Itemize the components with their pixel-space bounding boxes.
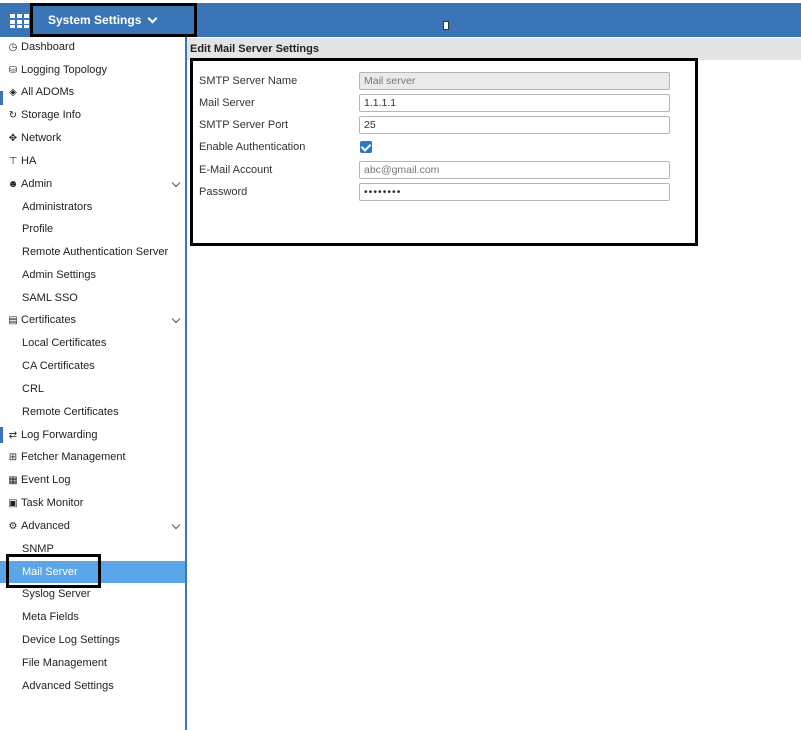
sidebar-item-label: Task Monitor xyxy=(21,497,84,509)
sidebar-item-label: Profile xyxy=(22,223,54,235)
form-row-mail-server: Mail Server xyxy=(199,93,679,113)
sidebar-item-dashboard[interactable]: ◷ Dashboard xyxy=(0,36,185,58)
mail-server-label: Mail Server xyxy=(199,97,255,109)
sidebar-item-label: Syslog Server xyxy=(22,588,91,600)
mail-server-input[interactable] xyxy=(359,94,670,112)
smtp-server-port-input[interactable] xyxy=(359,116,670,134)
sidebar-item-label: Event Log xyxy=(21,474,71,486)
smtp-server-port-label: SMTP Server Port xyxy=(199,119,289,131)
sidebar-item-label: Fetcher Management xyxy=(21,451,126,463)
smtp-server-name-label: SMTP Server Name xyxy=(199,75,298,87)
sidebar-item-label: Storage Info xyxy=(21,109,81,121)
sidebar-item-file-management[interactable]: File Management xyxy=(0,652,185,674)
sidebar-item-label: Network xyxy=(21,132,62,144)
forward-icon: ⇄ xyxy=(8,429,18,441)
app-title: System Settings xyxy=(48,13,142,27)
password-label: Password xyxy=(199,186,248,198)
email-account-input[interactable] xyxy=(359,161,670,179)
sidebar-item-label: HA xyxy=(21,155,37,167)
email-account-label: E-Mail Account xyxy=(199,164,273,176)
sidebar-item-label: Remote Certificates xyxy=(22,406,119,418)
dashboard-icon: ◷ xyxy=(8,41,18,53)
sidebar-item-all-adoms[interactable]: ◈ All ADOMs xyxy=(0,81,185,103)
sidebar-item-saml-sso[interactable]: SAML SSO xyxy=(0,287,185,309)
sidebar-item-storage-info[interactable]: ↻ Storage Info xyxy=(0,104,185,126)
sidebar-item-administrators[interactable]: Administrators xyxy=(0,196,185,218)
page-title: Edit Mail Server Settings xyxy=(187,38,801,60)
network-icon: ✥ xyxy=(8,132,18,144)
sidebar-item-label: Admin xyxy=(21,178,53,190)
chevron-down-icon xyxy=(171,520,181,530)
sidebar-item-label: Dashboard xyxy=(21,41,75,53)
app-title-dropdown[interactable]: System Settings xyxy=(30,3,197,37)
mail-server-form: SMTP Server Name Mail Server SMTP Server… xyxy=(190,58,698,246)
sidebar-item-remote-certificates[interactable]: Remote Certificates xyxy=(0,401,185,423)
sidebar-item-advanced-settings[interactable]: Advanced Settings xyxy=(0,675,185,697)
sidebar-item-ca-certificates[interactable]: CA Certificates xyxy=(0,355,185,377)
sidebar-item-certificates[interactable]: ▤ Certificates xyxy=(0,309,185,331)
sidebar-item-label: Advanced xyxy=(21,520,70,532)
sidebar-item-crl[interactable]: CRL xyxy=(0,378,185,400)
form-row-password: Password xyxy=(199,182,679,202)
sidebar-item-profile[interactable]: Profile xyxy=(0,218,185,240)
sidebar-item-network[interactable]: ✥ Network xyxy=(0,127,185,149)
sidebar-item-label: Local Certificates xyxy=(22,337,107,349)
sidebar: ◷ Dashboard ⛁ Logging Topology ◈ All ADO… xyxy=(0,37,187,730)
sidebar-item-ha[interactable]: ⊤ HA xyxy=(0,150,185,172)
sidebar-item-label: File Management xyxy=(22,657,107,669)
sidebar-item-label: CA Certificates xyxy=(22,360,95,372)
chevron-down-icon xyxy=(171,314,181,324)
fetcher-icon: ⊞ xyxy=(8,451,18,463)
event-log-icon: ▦ xyxy=(8,474,18,486)
sidebar-item-admin[interactable]: ☻ Admin xyxy=(0,173,185,195)
sidebar-item-meta-fields[interactable]: Meta Fields xyxy=(0,606,185,628)
sidebar-item-label: Administrators xyxy=(22,201,93,213)
sidebar-item-admin-settings[interactable]: Admin Settings xyxy=(0,264,185,286)
chevron-down-icon xyxy=(147,13,158,23)
form-row-smtp-server-name: SMTP Server Name xyxy=(199,71,679,91)
ha-icon: ⊤ xyxy=(8,155,18,167)
mail-server-highlight-box xyxy=(6,554,101,588)
cursor-icon xyxy=(443,21,449,30)
form-row-email-account: E-Mail Account xyxy=(199,160,679,180)
sidebar-item-label: SAML SSO xyxy=(22,292,78,304)
sidebar-item-task-monitor[interactable]: ▣ Task Monitor xyxy=(0,492,185,514)
password-input[interactable] xyxy=(359,183,670,201)
enable-authentication-label: Enable Authentication xyxy=(199,141,306,153)
sidebar-item-label: Advanced Settings xyxy=(22,680,114,692)
sidebar-item-label: Device Log Settings xyxy=(22,634,120,646)
smtp-server-name-input xyxy=(359,72,670,90)
sidebar-item-device-log-settings[interactable]: Device Log Settings xyxy=(0,629,185,651)
chevron-down-icon xyxy=(171,178,181,188)
user-icon: ☻ xyxy=(7,178,19,190)
sidebar-item-label: CRL xyxy=(22,383,45,395)
sidebar-item-label: Logging Topology xyxy=(21,64,108,76)
sidebar-item-log-forwarding[interactable]: ⇄ Log Forwarding xyxy=(0,424,185,446)
task-monitor-icon: ▣ xyxy=(8,497,18,509)
enable-authentication-checkbox[interactable] xyxy=(360,141,372,153)
storage-icon: ↻ xyxy=(8,109,18,121)
sidebar-item-label: All ADOMs xyxy=(21,86,75,98)
sidebar-item-event-log[interactable]: ▦ Event Log xyxy=(0,469,185,491)
form-row-smtp-server-port: SMTP Server Port xyxy=(199,115,679,135)
sidebar-item-fetcher-management[interactable]: ⊞ Fetcher Management xyxy=(0,446,185,468)
sidebar-item-remote-authentication-server[interactable]: Remote Authentication Server xyxy=(0,241,185,263)
advanced-icon: ⚙ xyxy=(8,520,18,532)
certificate-icon: ▤ xyxy=(8,314,18,326)
sidebar-item-logging-topology[interactable]: ⛁ Logging Topology xyxy=(0,59,185,81)
sidebar-item-local-certificates[interactable]: Local Certificates xyxy=(0,332,185,354)
sidebar-item-label: Meta Fields xyxy=(22,611,79,623)
sidebar-item-label: Log Forwarding xyxy=(21,429,98,441)
sidebar-item-label: Certificates xyxy=(21,314,77,326)
grid-icon[interactable] xyxy=(10,14,30,29)
sidebar-item-label: Admin Settings xyxy=(22,269,96,281)
globe-icon: ◈ xyxy=(9,86,17,98)
form-row-enable-authentication: Enable Authentication xyxy=(199,137,679,157)
topology-icon: ⛁ xyxy=(8,64,18,76)
sidebar-item-advanced[interactable]: ⚙ Advanced xyxy=(0,515,185,537)
sidebar-item-label: Remote Authentication Server xyxy=(22,246,169,258)
